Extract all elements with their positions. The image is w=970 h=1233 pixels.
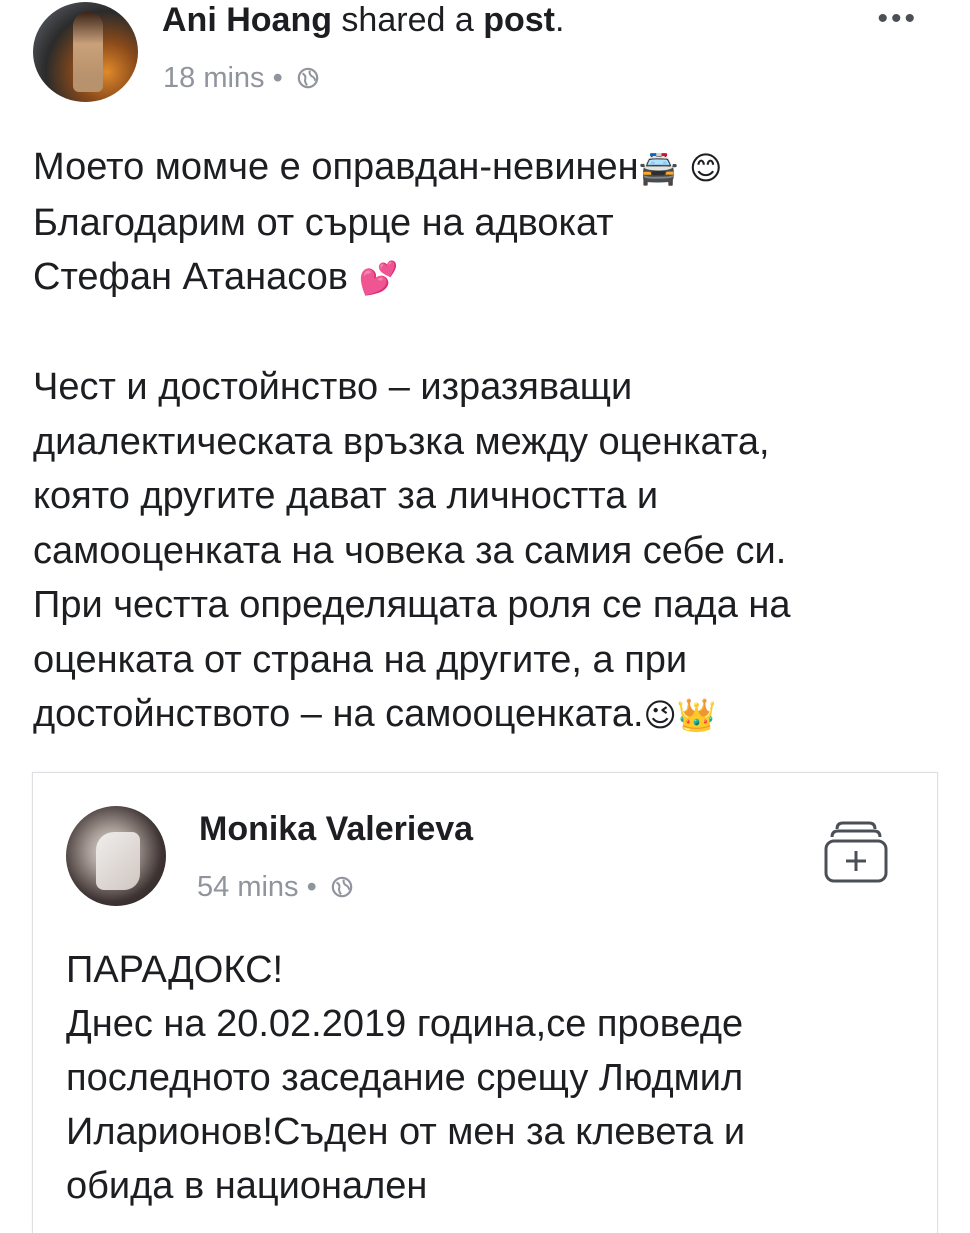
post-timestamp[interactable]: 18 mins <box>163 60 265 96</box>
more-options-button[interactable]: ••• <box>877 4 918 34</box>
shared-post-card[interactable]: Monika Valerieva 54 mins • ПАРАДОКС! Дне… <box>32 772 938 1233</box>
post-author-line: Ani Hoang shared a post. <box>162 0 564 40</box>
shared-author-avatar[interactable] <box>66 806 166 906</box>
post-meta: 18 mins • <box>163 60 319 96</box>
shared-post-timestamp[interactable]: 54 mins <box>197 869 299 905</box>
post-text-line2: Благодарим от сърце на адвокат <box>33 201 614 244</box>
action-suffix: . <box>554 1 565 39</box>
post-text-line3: Стефан Атанасов <box>33 256 359 298</box>
smiling-face-emoji-icon: 😊 <box>689 149 723 187</box>
shared-author-name-link[interactable]: Monika Valerieva <box>199 809 473 849</box>
winking-face-emoji-icon: 😉 <box>643 696 677 734</box>
author-name-link[interactable]: Ani Hoang <box>162 1 332 39</box>
shared-post-meta: 54 mins • <box>197 869 353 905</box>
post-body: Моето момче е оправдан-невинен🚔 😊 Благод… <box>33 140 933 743</box>
shared-post-link[interactable]: post <box>483 1 555 39</box>
two-hearts-emoji-icon: 💕 <box>358 259 399 297</box>
shared-meta-separator: • <box>298 871 325 903</box>
police-car-emoji-icon: 🚔 <box>638 149 679 187</box>
globe-icon[interactable] <box>331 876 353 898</box>
shared-post-body: ПАРАДОКС! Днес на 20.02.2019 година,се п… <box>66 949 746 1207</box>
post-text-line1: Моето момче е оправдан-невинен <box>33 146 639 188</box>
action-prefix: shared a <box>331 1 484 39</box>
post-paragraph-2: Чест и достойнство – изразяващи диалекти… <box>33 366 791 735</box>
author-avatar[interactable] <box>33 2 138 102</box>
meta-separator: • <box>264 62 291 94</box>
save-collection-icon[interactable] <box>823 817 889 885</box>
crown-emoji-icon: 👑 <box>676 696 717 734</box>
globe-icon[interactable] <box>297 67 319 89</box>
post-header: Ani Hoang shared a post. 18 mins • ••• <box>0 0 970 120</box>
